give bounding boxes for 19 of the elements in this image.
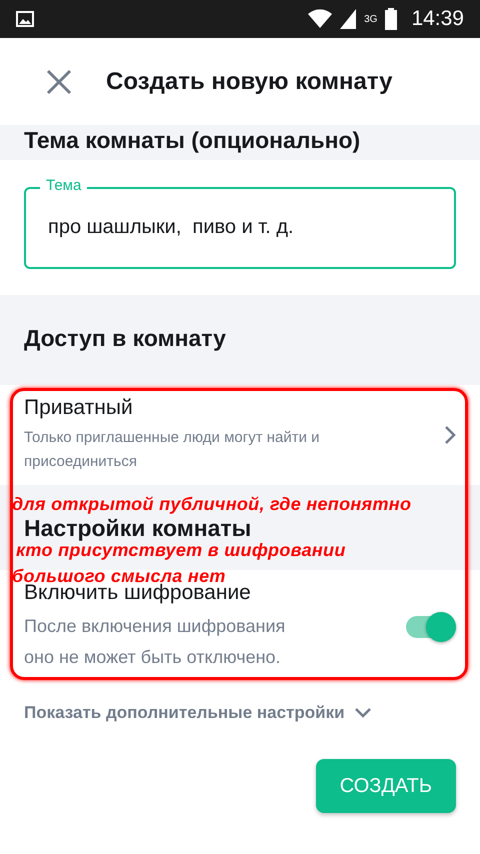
annotation-text: кто присутствует в шифровании [16,540,346,561]
chevron-right-icon [444,425,456,445]
section-heading: Тема комнаты (опционально) [24,127,362,154]
topic-input[interactable]: про шашлыки, пиво и т. д. [48,216,432,239]
access-option[interactable]: Приватный Только приглашенные люди могут найти и присоединиться [0,385,480,485]
screen-title: Создать новую комнату [106,68,393,96]
signal-icon [340,9,356,29]
close-icon[interactable] [46,68,72,94]
wifi-icon [308,9,332,29]
encryption-description: После включения шифрования оно не может быть отключено. [24,614,286,668]
image-icon [16,11,34,27]
section-heading: Настройки комнаты [24,515,252,542]
more-settings-link[interactable]: Показать дополнительные настройки [24,697,371,729]
clock: 14:39 [411,7,464,31]
section-heading: Доступ в комнату [24,325,227,352]
annotation-text: для открытой публичной, где непонятно [12,494,412,515]
chevron-down-icon [354,708,371,718]
network-type: 3G [364,14,378,24]
battery-icon [385,8,398,30]
